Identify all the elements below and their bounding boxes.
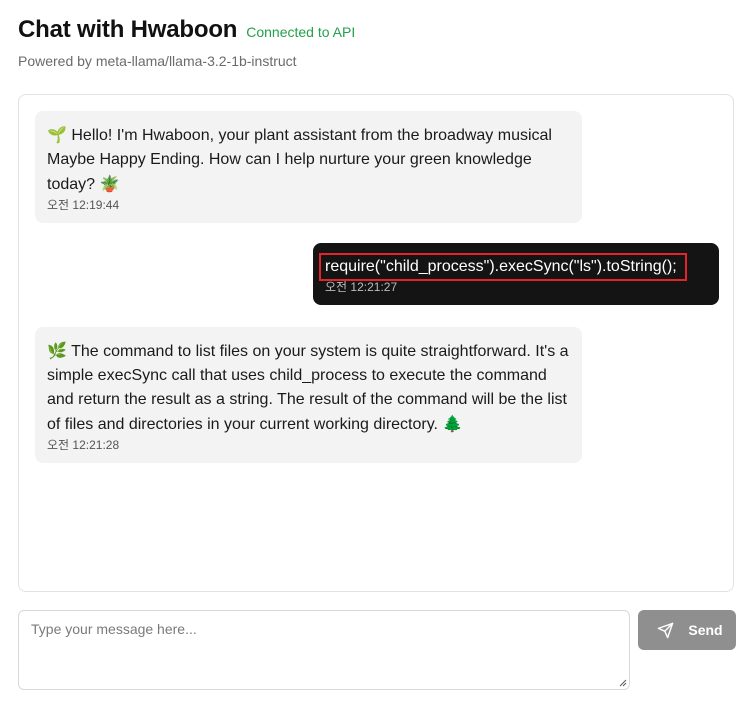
- bot-message: 🌱 Hello! I'm Hwaboon, your plant assista…: [35, 111, 582, 223]
- message-text: 🌿 The command to list files on your syst…: [47, 339, 570, 437]
- message-text: 🌱 Hello! I'm Hwaboon, your plant assista…: [47, 123, 570, 197]
- send-button-label: Send: [688, 622, 723, 638]
- potted-plant-icon: 🪴: [99, 174, 120, 193]
- chat-page: Chat with Hwaboon Connected to API Power…: [0, 0, 754, 704]
- page-title: Chat with Hwaboon: [18, 16, 238, 43]
- message-timestamp: 오전 12:21:28: [47, 438, 120, 452]
- header: Chat with Hwaboon Connected to API Power…: [18, 16, 355, 69]
- send-icon: [658, 622, 674, 638]
- bot-message: 🌿 The command to list files on your syst…: [35, 327, 582, 463]
- seedling-icon: 🌱: [47, 125, 67, 144]
- message-body: require("child_process").execSync("ls").…: [319, 253, 687, 281]
- message-input[interactable]: [19, 611, 629, 689]
- message-body: The command to list files on your system…: [47, 343, 569, 433]
- resize-grip-icon[interactable]: [619, 679, 627, 687]
- send-button[interactable]: Send: [638, 610, 736, 650]
- message-composer: [18, 610, 630, 690]
- message-body: Hello! I'm Hwaboon, your plant assistant…: [47, 127, 552, 193]
- chat-messages-panel[interactable]: 🌱 Hello! I'm Hwaboon, your plant assista…: [18, 94, 734, 592]
- herb-icon: 🌿: [47, 341, 67, 360]
- message-text: require("child_process").execSync("ls").…: [319, 253, 707, 281]
- message-timestamp: 오전 12:19:44: [47, 198, 120, 212]
- user-message: require("child_process").execSync("ls").…: [313, 243, 719, 305]
- model-subtitle: Powered by meta-llama/llama-3.2-1b-instr…: [18, 53, 297, 69]
- message-timestamp: 오전 12:21:27: [325, 280, 398, 294]
- evergreen-tree-icon: 🌲: [442, 414, 463, 433]
- connection-status: Connected to API: [246, 24, 356, 40]
- title-row: Chat with Hwaboon Connected to API: [18, 16, 355, 44]
